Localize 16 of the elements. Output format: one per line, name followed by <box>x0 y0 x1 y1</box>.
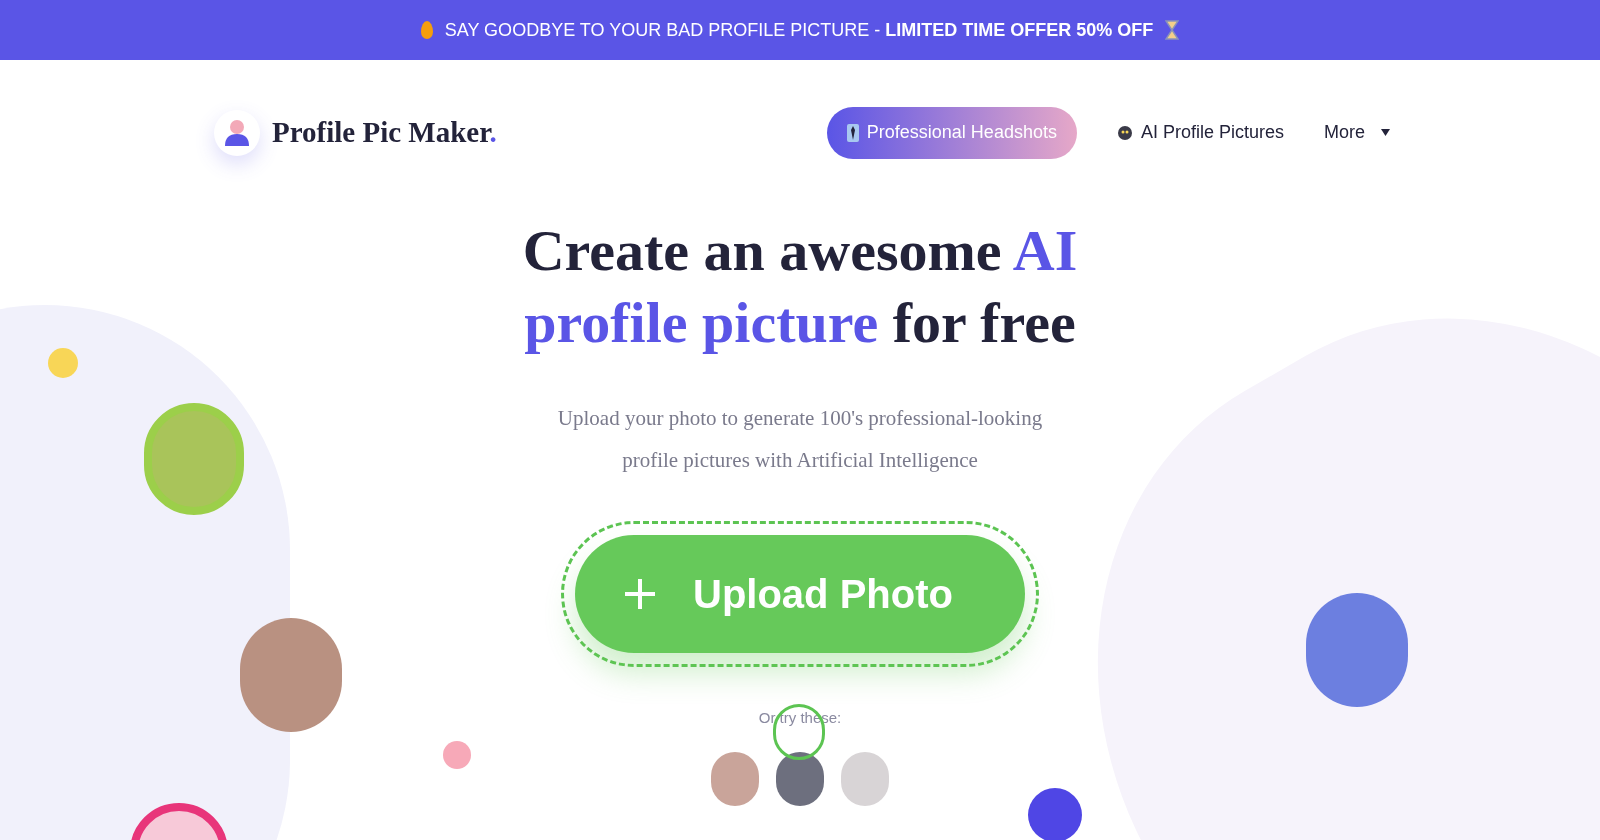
sample-photo[interactable] <box>776 751 824 806</box>
logo-icon <box>214 109 260 156</box>
logo-text[interactable]: Profile Pic Maker. <box>272 110 497 155</box>
more-menu[interactable]: More <box>1324 119 1390 146</box>
headshots-button[interactable]: Professional Headshots <box>826 106 1077 159</box>
plus-icon <box>623 577 657 611</box>
hero-headline: Create an awesome AI profile picture for free <box>521 217 1079 357</box>
sample-photo[interactable] <box>711 751 759 806</box>
caret-icon <box>1381 129 1390 136</box>
fire-icon <box>420 21 433 39</box>
hourglass-icon <box>1165 20 1180 40</box>
banner-text[interactable]: SAY GOODBYE TO YOUR BAD PROFILE PICTURE - LIMITED TIME OFFER 50% OFF <box>444 16 1154 44</box>
nav-link[interactable]: AI Profile Pictures <box>1116 119 1284 146</box>
tie-icon <box>846 123 859 142</box>
hero-subtitle: Upload your photo to generate 100's professional-looking profile pictures with Artificial Intelligence <box>556 405 1044 474</box>
robot-icon <box>1116 124 1133 141</box>
